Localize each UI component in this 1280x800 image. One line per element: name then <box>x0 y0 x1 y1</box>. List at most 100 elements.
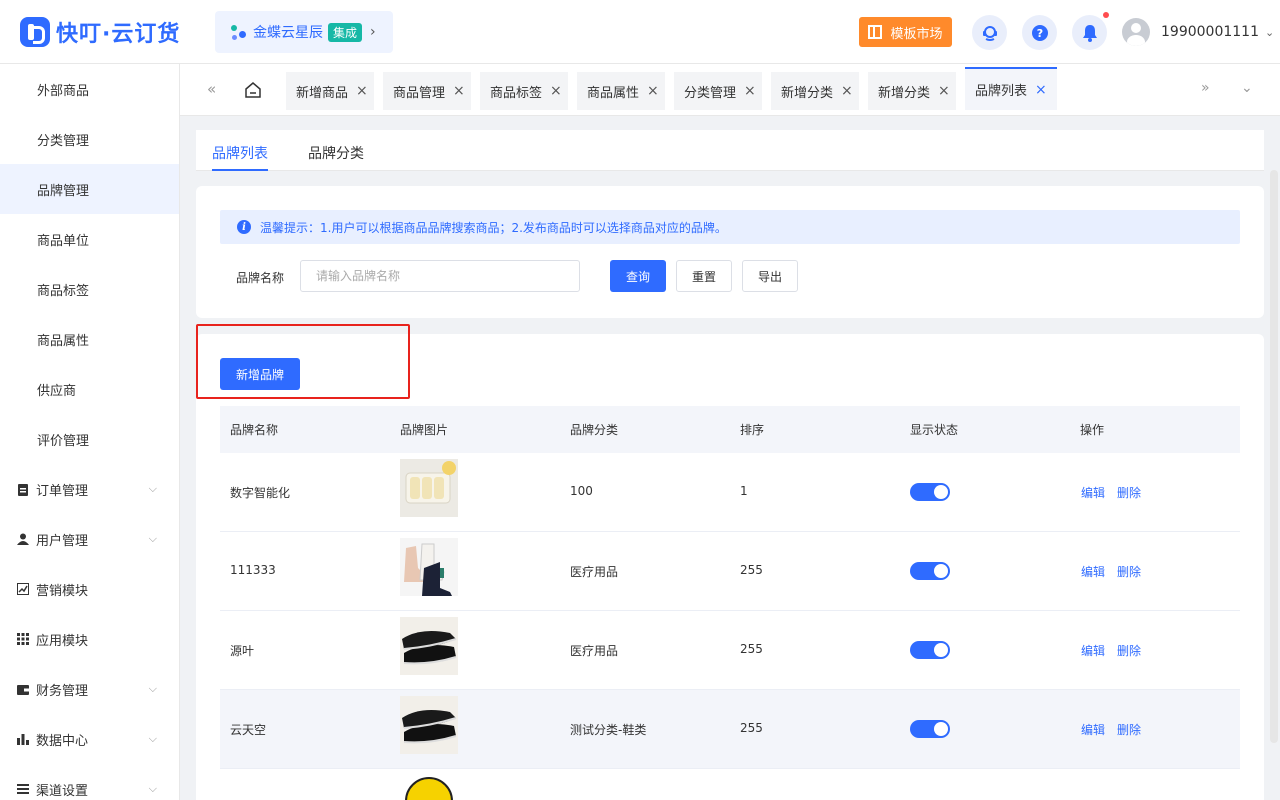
wallet-icon <box>17 683 29 695</box>
sidebar-group-label: 财务管理 <box>36 683 89 699</box>
chevron-down-icon: ⌵ <box>148 482 157 495</box>
tab-new-goods[interactable]: 新增商品 × <box>286 72 374 110</box>
sidebar-item-label: 评价管理 <box>37 433 90 449</box>
grid-icon <box>17 633 29 645</box>
chevron-down-icon: ⌵ <box>148 532 157 545</box>
help-button[interactable]: ? <box>1022 15 1057 50</box>
search-card: i 温馨提示：1.用户可以根据商品品牌搜索商品；2.发布商品时可以选择商品对应的… <box>196 186 1264 318</box>
brand-sub-tabs: 品牌列表 品牌分类 <box>196 130 1264 171</box>
close-icon[interactable]: × <box>938 83 950 99</box>
close-icon[interactable]: × <box>550 83 562 99</box>
sidebar-group-apps[interactable]: 应用模块 <box>0 614 179 664</box>
trend-chart-icon <box>17 583 29 595</box>
tab-brand-list-sub[interactable]: 品牌列表 <box>212 143 268 163</box>
edit-link[interactable]: 编辑 <box>1081 484 1105 501</box>
column-header: 品牌图片 <box>400 423 449 437</box>
tip-text: 温馨提示：1.用户可以根据商品品牌搜索商品；2.发布商品时可以选择商品对应的品牌… <box>260 220 727 235</box>
sidebar-item-brand-management[interactable]: 品牌管理 <box>0 164 179 214</box>
user-phone: 19900001111 <box>1161 24 1259 40</box>
sidebar-group-label: 营销模块 <box>36 583 89 599</box>
sidebar-group-orders[interactable]: 订单管理 ⌵ <box>0 464 179 514</box>
close-icon[interactable]: × <box>1035 82 1047 98</box>
kingdee-logo-icon <box>229 22 249 42</box>
tab-label: 新增商品 <box>296 85 349 101</box>
food-box-image <box>400 459 458 517</box>
brand-name-input[interactable] <box>300 260 580 292</box>
sidebar-group-finance[interactable]: 财务管理 ⌵ <box>0 664 179 714</box>
sidebar-group-data-center[interactable]: 数据中心 ⌵ <box>0 714 179 764</box>
tab-new-category[interactable]: 新增分类 × <box>771 72 859 110</box>
close-icon[interactable]: × <box>356 83 368 99</box>
template-market-button[interactable]: 模板市场 <box>859 17 952 47</box>
tab-brand-category[interactable]: 品牌分类 <box>308 143 364 163</box>
brand-name-label: 品牌名称 <box>236 271 285 285</box>
brand-category-cell: 医疗用品 <box>570 644 619 658</box>
app-logo[interactable]: 快叮·云订货 <box>20 16 180 48</box>
page-scrollbar[interactable] <box>1270 170 1278 743</box>
sidebar-item-category-management[interactable]: 分类管理 <box>0 114 179 164</box>
chevron-right-icon: › <box>370 24 376 40</box>
delete-link[interactable]: 删除 <box>1117 484 1141 501</box>
logo-text: 快叮·云订货 <box>56 22 181 47</box>
close-icon[interactable]: × <box>841 83 853 99</box>
sidebar-item-label: 商品单位 <box>37 233 90 249</box>
scroll-tabs-right-icon[interactable]: » <box>1201 80 1210 96</box>
sort-cell: 255 <box>740 721 763 735</box>
scroll-tabs-left-icon[interactable]: « <box>207 80 216 98</box>
display-status-toggle[interactable] <box>910 483 950 501</box>
table-row: 111333 医疗用品 255 编辑 删除 <box>220 532 1240 611</box>
customer-service-button[interactable] <box>972 15 1007 50</box>
reset-button[interactable]: 重置 <box>676 260 732 292</box>
sidebar-group-channel-settings[interactable]: 渠道设置 ⌵ <box>0 764 179 800</box>
tab-label: 分类管理 <box>684 85 737 101</box>
sidebar-item-goods-attributes[interactable]: 商品属性 <box>0 314 179 364</box>
tabs-dropdown-icon[interactable]: ⌄ <box>1241 80 1253 96</box>
delete-link[interactable]: 删除 <box>1117 563 1141 580</box>
tab-label: 品牌列表 <box>975 84 1028 99</box>
sidebar-item-label: 供应商 <box>37 383 77 399</box>
query-button[interactable]: 查询 <box>610 260 666 292</box>
display-status-toggle[interactable] <box>910 720 950 738</box>
edit-link[interactable]: 编辑 <box>1081 563 1105 580</box>
sidebar-group-marketing[interactable]: 营销模块 <box>0 564 179 614</box>
clipboard-icon <box>17 483 29 496</box>
notifications-button[interactable] <box>1072 15 1107 50</box>
kingdee-integration-button[interactable]: 金蝶云星辰 集成 › <box>215 11 393 53</box>
sidebar-item-goods-unit[interactable]: 商品单位 <box>0 214 179 264</box>
user-menu[interactable]: 19900001111 ⌄ <box>1122 18 1274 46</box>
edit-link[interactable]: 编辑 <box>1081 721 1105 738</box>
sort-cell: 255 <box>740 563 763 577</box>
notification-dot <box>1103 12 1109 18</box>
sidebar: 外部商品 分类管理 品牌管理 商品单位 商品标签 商品属性 供应商 评价管理 订… <box>0 64 180 800</box>
template-market-label: 模板市场 <box>890 26 943 42</box>
tab-category-management[interactable]: 分类管理 × <box>674 72 762 110</box>
edit-link[interactable]: 编辑 <box>1081 642 1105 659</box>
delete-link[interactable]: 删除 <box>1117 721 1141 738</box>
brand-category-cell: 100 <box>570 484 593 498</box>
tab-new-category-2[interactable]: 新增分类 × <box>868 72 956 110</box>
close-icon[interactable]: × <box>453 83 465 99</box>
sidebar-group-label: 订单管理 <box>36 483 89 499</box>
top-header: 快叮·云订货 金蝶云星辰 集成 › 模板市场 ? 19900001111 ⌄ <box>0 0 1280 64</box>
info-icon: i <box>237 220 251 234</box>
svg-text:?: ? <box>1036 27 1042 40</box>
display-status-toggle[interactable] <box>910 562 950 580</box>
sidebar-group-users[interactable]: 用户管理 ⌵ <box>0 514 179 564</box>
sidebar-item-supplier[interactable]: 供应商 <box>0 364 179 414</box>
sidebar-item-external-goods[interactable]: 外部商品 <box>0 64 179 114</box>
sidebar-item-reviews[interactable]: 评价管理 <box>0 414 179 464</box>
tab-goods-tags[interactable]: 商品标签 × <box>480 72 568 110</box>
delete-link[interactable]: 删除 <box>1117 642 1141 659</box>
chevron-down-icon: ⌵ <box>148 732 157 745</box>
export-button[interactable]: 导出 <box>742 260 798 292</box>
tab-goods-attributes[interactable]: 商品属性 × <box>577 72 665 110</box>
home-icon[interactable] <box>244 81 262 99</box>
table-row <box>220 769 1240 800</box>
display-status-toggle[interactable] <box>910 641 950 659</box>
close-icon[interactable]: × <box>647 83 659 99</box>
tab-goods-management[interactable]: 商品管理 × <box>383 72 471 110</box>
column-header: 操作 <box>1080 423 1105 437</box>
sidebar-item-goods-tags[interactable]: 商品标签 <box>0 264 179 314</box>
close-icon[interactable]: × <box>744 83 756 99</box>
tab-brand-list[interactable]: 品牌列表 × <box>965 67 1057 110</box>
